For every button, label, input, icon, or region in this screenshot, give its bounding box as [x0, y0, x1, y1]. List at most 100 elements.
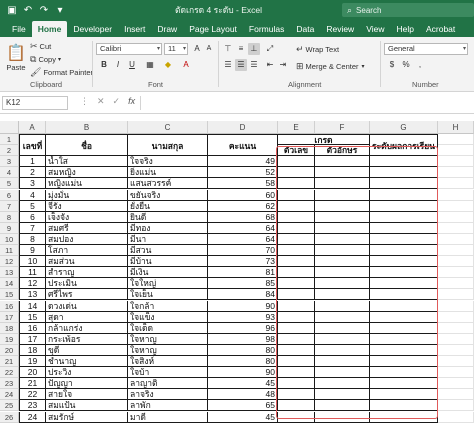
column-header-g[interactable]: G	[370, 121, 438, 134]
cell-grade-level[interactable]	[370, 189, 438, 201]
cell-grade-level[interactable]	[370, 411, 438, 423]
cell-grade-number[interactable]	[278, 289, 315, 301]
cell-grade-letter[interactable]	[315, 333, 370, 345]
cell-grade-letter[interactable]	[315, 267, 370, 279]
cell-number[interactable]: 1	[19, 156, 46, 168]
cell-first-name[interactable]: สายใจ	[46, 389, 128, 401]
cell-grade-letter[interactable]	[315, 256, 370, 268]
cell-number[interactable]: 13	[19, 289, 46, 301]
cell-last-name[interactable]: ใจจริง	[128, 156, 208, 168]
decrease-indent-icon[interactable]: ⇤	[264, 59, 276, 71]
cell-score[interactable]: 84	[208, 289, 278, 301]
cell-last-name[interactable]: ใจแข็ง	[128, 311, 208, 323]
cell-score[interactable]: 49	[208, 156, 278, 168]
cell-grade-letter[interactable]	[315, 211, 370, 223]
cell-score[interactable]: 68	[208, 211, 278, 223]
row-header[interactable]: 20	[0, 344, 19, 356]
cell-grade-level[interactable]	[370, 333, 438, 345]
cell-grade-level[interactable]	[370, 267, 438, 279]
cell-grade-letter[interactable]	[315, 200, 370, 212]
row-header[interactable]: 16	[0, 300, 19, 312]
tab-data[interactable]: Data	[290, 24, 320, 37]
cell-grade-level[interactable]	[370, 322, 438, 334]
merge-center-button[interactable]: ⊞ Merge & Center ▾	[296, 61, 365, 72]
cell-empty[interactable]	[438, 267, 474, 279]
cell-score[interactable]: 90	[208, 300, 278, 312]
cell-grade-number[interactable]	[278, 245, 315, 257]
cell-score[interactable]: 96	[208, 322, 278, 334]
insert-function-icon[interactable]: fx	[128, 96, 135, 107]
cell-grade-level[interactable]	[370, 300, 438, 312]
undo-icon[interactable]: ↶	[20, 2, 36, 18]
cell-empty[interactable]	[438, 189, 474, 201]
cell-empty[interactable]	[438, 389, 474, 401]
cell-grade-number[interactable]	[278, 189, 315, 201]
tab-acrobat[interactable]: Acrobat	[420, 24, 461, 37]
redo-icon[interactable]: ↷	[36, 2, 52, 18]
cell-empty[interactable]	[438, 400, 474, 412]
cell-grade-letter[interactable]	[315, 378, 370, 390]
tab-help[interactable]: Help	[390, 24, 419, 37]
cell-first-name[interactable]: สำราญ	[46, 267, 128, 279]
cell-grade-level[interactable]	[370, 378, 438, 390]
cell-last-name[interactable]: ใจสิงห์	[128, 356, 208, 368]
column-header-e[interactable]: E	[278, 121, 315, 134]
row-header[interactable]: 4	[0, 167, 19, 179]
row-header[interactable]: 6	[0, 189, 19, 201]
cell-empty[interactable]	[438, 167, 474, 179]
cell-first-name[interactable]: สมรักษ์	[46, 411, 128, 423]
cell-last-name[interactable]: ใจหาญ	[128, 333, 208, 345]
cell-last-name[interactable]: ลาพัก	[128, 400, 208, 412]
row-header[interactable]: 15	[0, 289, 19, 301]
row-header[interactable]: 14	[0, 278, 19, 290]
cell-last-name[interactable]: มาดี	[128, 411, 208, 423]
font-color-icon[interactable]: A	[180, 59, 192, 71]
cell-grade-letter[interactable]	[315, 411, 370, 423]
font-size-select[interactable]: 11 ▾	[164, 43, 188, 55]
cell-first-name[interactable]: มุ่งมั่น	[46, 189, 128, 201]
column-header-h[interactable]: H	[438, 121, 474, 134]
cell-score[interactable]: 98	[208, 333, 278, 345]
cell-last-name[interactable]: ยั่งยืน	[128, 200, 208, 212]
cell-empty[interactable]	[438, 333, 474, 345]
cell-score[interactable]: 90	[208, 367, 278, 379]
cell-grade-level[interactable]	[370, 200, 438, 212]
row-header[interactable]: 5	[0, 178, 19, 190]
cell-last-name[interactable]: มีบ้าน	[128, 256, 208, 268]
orientation-icon[interactable]: ⤢	[264, 43, 276, 55]
cell-last-name[interactable]: ลาญาติ	[128, 378, 208, 390]
cell-first-name[interactable]: ประวิง	[46, 367, 128, 379]
cell-number[interactable]: 18	[19, 344, 46, 356]
cell-grade-level[interactable]	[370, 222, 438, 234]
cell-number[interactable]: 19	[19, 356, 46, 368]
cell-number[interactable]: 7	[19, 222, 46, 234]
row-header[interactable]: 22	[0, 367, 19, 379]
cell-last-name[interactable]: ยินดี	[128, 211, 208, 223]
cell-score[interactable]: 64	[208, 233, 278, 245]
align-left-icon[interactable]: ☰	[222, 59, 234, 71]
cell-grade-number[interactable]	[278, 167, 315, 179]
cell-empty[interactable]	[438, 256, 474, 268]
cell-score[interactable]: 81	[208, 267, 278, 279]
cell-number[interactable]: 23	[19, 400, 46, 412]
cell-score[interactable]: 65	[208, 400, 278, 412]
percent-icon[interactable]: %	[400, 59, 412, 71]
cell-grade-letter[interactable]	[315, 167, 370, 179]
cell-first-name[interactable]: จีรัง	[46, 200, 128, 212]
cell-empty[interactable]	[438, 411, 474, 423]
row-header[interactable]: 26	[0, 411, 19, 423]
cell-last-name[interactable]: มีนา	[128, 233, 208, 245]
header-score[interactable]: คะแนน	[208, 134, 278, 157]
cell-grade-level[interactable]	[370, 344, 438, 356]
cell-first-name[interactable]: สมส่วน	[46, 256, 128, 268]
paste-button[interactable]: 📋 Paste	[6, 43, 26, 72]
cell-number[interactable]: 24	[19, 411, 46, 423]
column-header-f[interactable]: F	[315, 121, 370, 134]
row-header[interactable]: 9	[0, 222, 19, 234]
cell-empty[interactable]	[438, 233, 474, 245]
tab-insert[interactable]: Insert	[118, 24, 151, 37]
tab-draw[interactable]: Draw	[151, 24, 183, 37]
cell-first-name[interactable]: ประเมิน	[46, 278, 128, 290]
column-header-a[interactable]: A	[19, 121, 46, 134]
wrap-text-button[interactable]: ↵ Wrap Text	[296, 44, 339, 55]
